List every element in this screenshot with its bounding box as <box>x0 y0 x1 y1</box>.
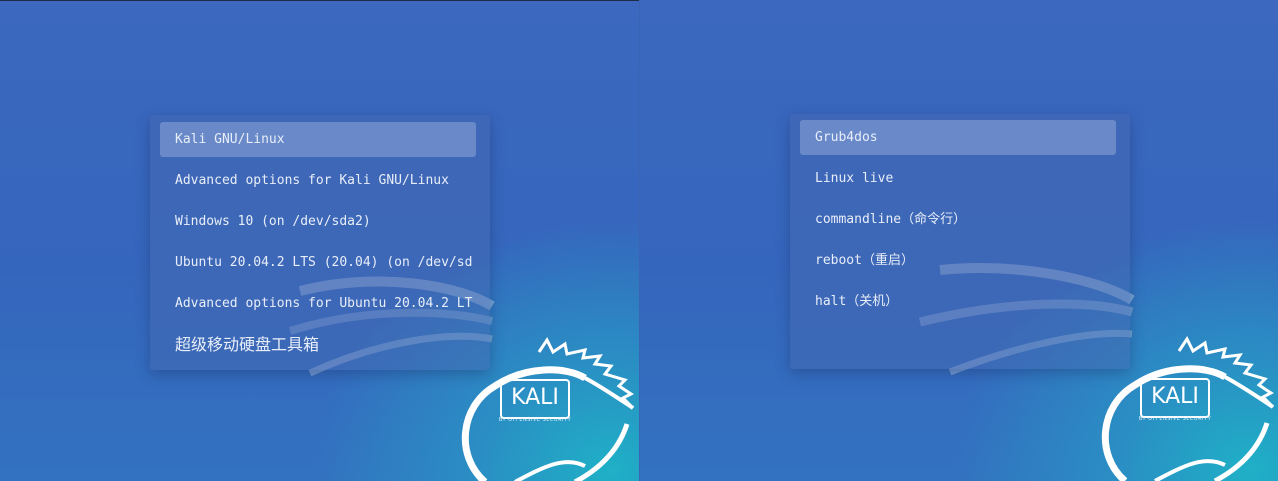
menu-item-halt[interactable]: halt（关机） <box>800 284 1116 319</box>
menu-item-kali[interactable]: Kali GNU/Linux <box>160 122 476 157</box>
menu-item-grub4dos[interactable]: Grub4dos <box>800 120 1116 155</box>
grub-screen-left: Kali GNU/Linux Advanced options for Kali… <box>0 0 639 481</box>
menu-item-reboot[interactable]: reboot（重启） <box>800 243 1116 278</box>
menu-item-toolbox[interactable]: 超级移动硬盘工具箱 <box>160 327 476 362</box>
boot-menu: Kali GNU/Linux Advanced options for Kali… <box>150 115 490 370</box>
menu-item-kali-advanced[interactable]: Advanced options for Kali GNU/Linux <box>160 163 476 198</box>
kali-tagline: BY OFFENSIVE SECURITY <box>1138 416 1212 422</box>
boot-menu: Grub4dos Linux live commandline（命令行） reb… <box>790 114 1130 369</box>
menu-item-windows[interactable]: Windows 10 (on /dev/sda2) <box>160 204 476 239</box>
menu-item-commandline[interactable]: commandline（命令行） <box>800 202 1116 237</box>
menu-item-ubuntu-advanced[interactable]: Advanced options for Ubuntu 20.04.2 LT <box>160 286 476 321</box>
menu-item-linux-live[interactable]: Linux live <box>800 161 1116 196</box>
kali-logo: KALI <box>1140 378 1210 418</box>
menu-item-ubuntu[interactable]: Ubuntu 20.04.2 LTS (20.04) (on /dev/sd <box>160 245 476 280</box>
kali-logo: KALI <box>500 379 570 419</box>
grub-screen-right: Grub4dos Linux live commandline（命令行） reb… <box>639 0 1278 481</box>
kali-tagline: BY OFFENSIVE SECURITY <box>498 417 572 423</box>
